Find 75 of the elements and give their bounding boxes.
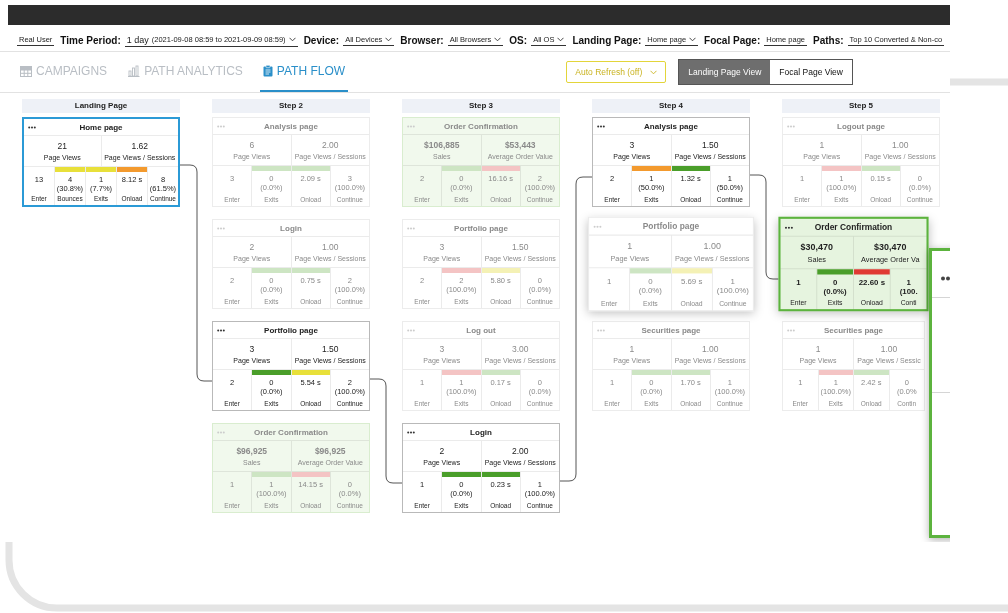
metric-value: 3 <box>629 140 635 150</box>
filter-label: Focal Page: <box>704 34 761 46</box>
metric-value: 1.00 <box>880 344 898 354</box>
card-title: Securities page <box>822 325 885 335</box>
filter-value: 1 day <box>126 34 149 45</box>
metric-value: 1.62 <box>131 141 148 151</box>
chevron-down-icon <box>689 37 697 42</box>
metric-value: 1.00 <box>891 140 909 150</box>
metric-value: $96,925 <box>236 446 268 456</box>
metric-value: 3.00 <box>511 344 529 354</box>
nav-tab[interactable]: PATH FLOW <box>259 52 349 92</box>
metric-value: 21 <box>57 141 67 151</box>
filter-label: Landing Page: <box>572 34 642 46</box>
column-header: Landing Page <box>22 99 180 113</box>
filter-label: Time Period: <box>60 34 121 46</box>
metric-value: 3 <box>249 344 255 354</box>
more-options-icon[interactable] <box>217 328 225 332</box>
bar-chart-icon <box>127 65 141 77</box>
chevron-down-icon <box>288 37 296 42</box>
dots-icon <box>941 276 950 281</box>
chevron-down-icon <box>557 37 565 42</box>
card-title: Order Confirmation <box>813 222 894 232</box>
metric-value: 3 <box>439 242 445 252</box>
card-title: Log out <box>465 325 497 335</box>
card-title: Portfolio page <box>453 223 509 233</box>
metric-value: 6 <box>249 140 255 150</box>
card-title: Logout page <box>836 121 886 131</box>
metric-value: 1 <box>815 344 821 354</box>
more-options-icon[interactable] <box>597 124 605 128</box>
column-header: Step 4 <box>592 99 750 113</box>
metric-value: 2.00 <box>321 140 339 150</box>
filter-label: OS: <box>509 34 528 46</box>
metric-value: 1 <box>819 140 825 150</box>
view-toggle-button[interactable]: Landing Page View <box>679 60 771 84</box>
metric-value: 3 <box>439 344 445 354</box>
metric-value: $53,443 <box>504 140 536 150</box>
metric-value: $30,470 <box>874 241 907 253</box>
chevron-down-icon <box>494 37 502 42</box>
column-header: Step 2 <box>212 99 370 113</box>
table-icon <box>20 65 32 77</box>
card-title: Login <box>469 427 493 437</box>
column-header: Step 3 <box>402 99 560 113</box>
metric-value: 1.50 <box>701 140 719 150</box>
card-title: Portfolio page <box>263 325 319 335</box>
column-header: Step 5 <box>782 99 940 113</box>
metric-value: $30,470 <box>800 241 833 253</box>
card-title: Analysis page <box>263 121 319 131</box>
card-title: Order Confirmation <box>253 427 329 437</box>
filter-label: Paths: <box>813 34 844 46</box>
metric-value: 1.00 <box>703 240 721 252</box>
metric-value: $106,885 <box>424 140 460 150</box>
metric-value: 1 <box>627 240 633 252</box>
chevron-down-icon <box>385 37 393 42</box>
metric-value: 1.50 <box>511 242 529 252</box>
more-options-icon[interactable] <box>28 125 36 129</box>
metric-value: 1.00 <box>321 242 339 252</box>
metric-value: 2 <box>249 242 255 252</box>
card-title: Order Confirmation <box>443 121 519 131</box>
metric-value: $96,925 <box>314 446 346 456</box>
metric-value: 2 <box>439 446 445 456</box>
card-title: Analysis page <box>643 121 699 131</box>
card-title: Securities page <box>640 325 702 335</box>
card-title: Home page <box>78 122 124 132</box>
filter-label: Browser: <box>400 34 444 46</box>
metric-value: 1.50 <box>321 344 339 354</box>
metric-value: 2.00 <box>511 446 529 456</box>
clipboard-icon <box>262 65 273 77</box>
more-options-icon[interactable] <box>784 225 794 229</box>
filter-label: Device: <box>303 34 340 46</box>
metric-value: 1 <box>629 344 635 354</box>
metric-value: 1.00 <box>701 344 719 354</box>
card-title: Login <box>279 223 303 233</box>
more-options-icon[interactable] <box>407 430 415 434</box>
card-title: Portfolio page <box>641 221 701 231</box>
chevron-down-icon <box>650 69 658 75</box>
